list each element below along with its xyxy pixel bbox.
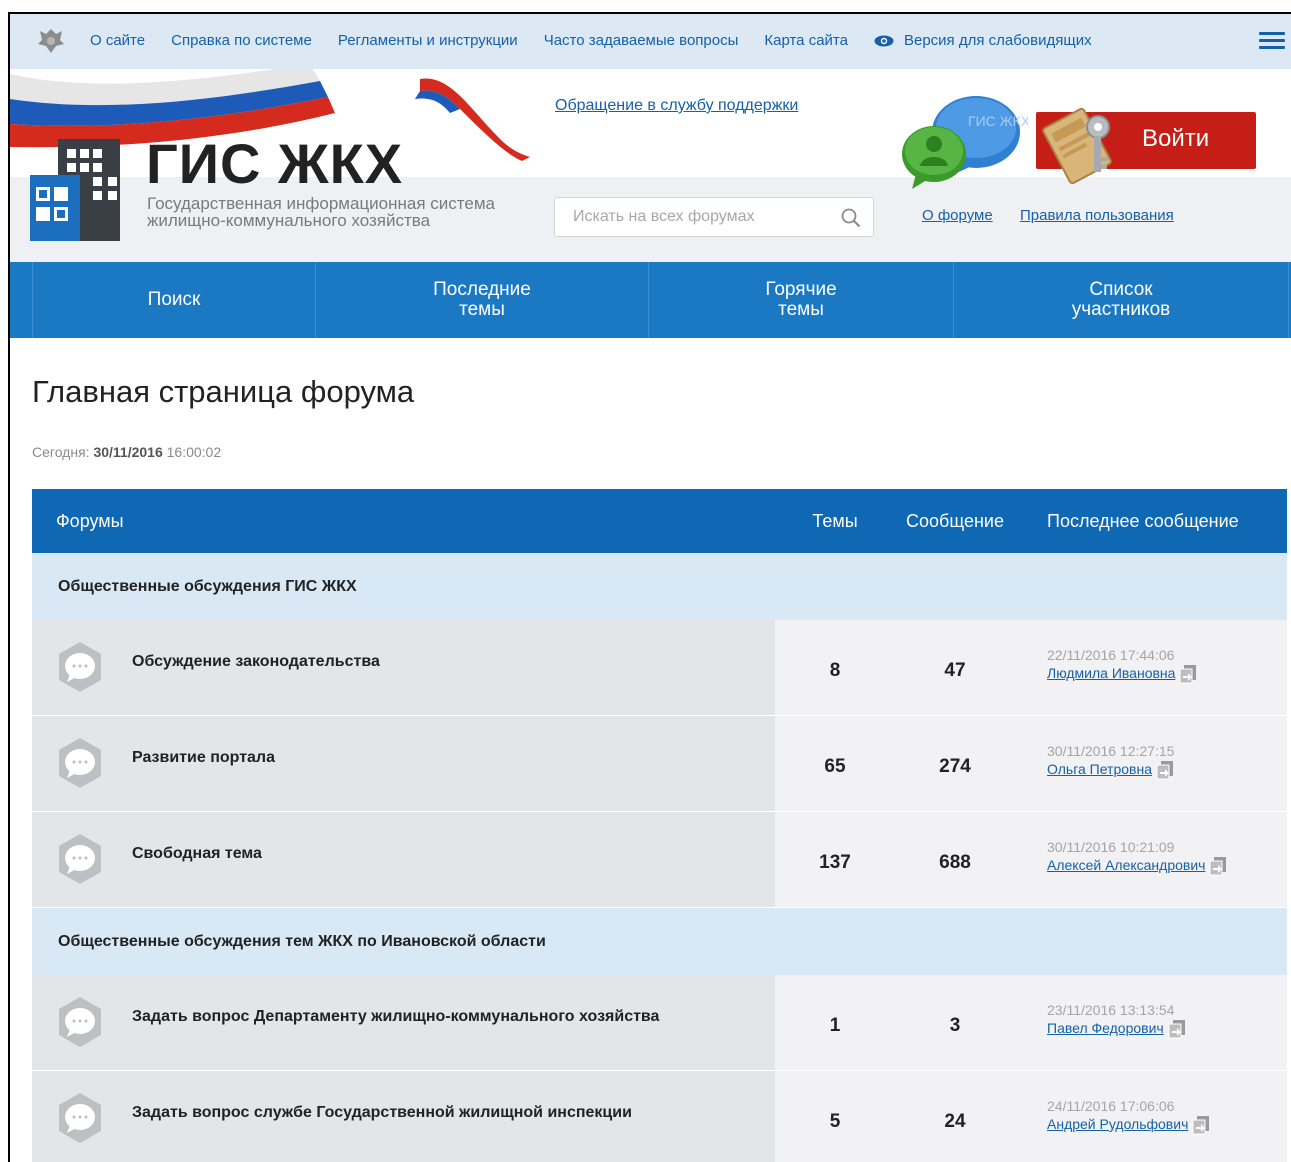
forums-table: Форумы Темы Сообщение Последнее сообщени… [32, 489, 1287, 1162]
table-header: Форумы Темы Сообщение Последнее сообщени… [32, 489, 1287, 553]
messages-count: 24 [895, 1071, 1015, 1162]
forum-row: Развитие портала 65 274 30/11/2016 12:27:15… [32, 716, 1287, 812]
last-message-date: 23/11/2016 13:13:54 [1047, 1002, 1175, 1018]
forum-chat-bubble-icon [59, 834, 101, 884]
header-last-message: Последнее сообщение [1047, 510, 1239, 531]
about-forum-link[interactable]: О форуме [922, 207, 993, 224]
forum-search [554, 197, 874, 237]
last-message-author-link[interactable]: Людмила Ивановна [1047, 665, 1175, 681]
go-to-last-post-icon[interactable] [1208, 856, 1228, 876]
accessibility-label: Версия для слабовидящих [903, 32, 1092, 49]
top-link-regulations[interactable]: Регламенты и инструкции [338, 32, 518, 49]
last-message-author-link[interactable]: Ольга Петровна [1047, 761, 1152, 777]
last-message-date: 22/11/2016 17:44:06 [1047, 647, 1175, 663]
last-message-date: 24/11/2016 17:06:06 [1047, 1098, 1175, 1114]
go-to-last-post-icon[interactable] [1178, 664, 1198, 684]
top-bar: О сайте Справка по системе Регламенты и … [10, 14, 1291, 69]
forum-name-link[interactable]: Обсуждение законодательства [132, 653, 380, 671]
eye-icon [874, 35, 894, 47]
hamburger-menu-icon[interactable] [1259, 32, 1285, 50]
messages-count: 47 [895, 620, 1015, 715]
forum-name-link[interactable]: Развитие портала [132, 749, 275, 767]
header-messages: Сообщение [906, 510, 1004, 531]
last-message-author-link[interactable]: Павел Федорович [1047, 1020, 1164, 1036]
nav-item-hot-topics[interactable]: Горячие темы [649, 262, 954, 338]
forum-chat-bubble-icon [59, 642, 101, 692]
go-to-last-post-icon[interactable] [1191, 1115, 1211, 1135]
forum-chat-bubble-icon [59, 1093, 101, 1143]
forum-name-cell: Задать вопрос службе Государственной жил… [32, 1071, 775, 1162]
messages-count: 688 [895, 812, 1015, 907]
last-message-cell: 23/11/2016 13:13:54 Павел Федорович [1015, 975, 1287, 1070]
topics-count: 8 [775, 620, 895, 715]
topics-count: 65 [775, 716, 895, 811]
forum-name-cell: Свободная тема [32, 812, 775, 907]
rules-link[interactable]: Правила пользования [1020, 207, 1174, 224]
logo-subtitle-line-2: жилищно-коммунального хозяйства [147, 211, 431, 230]
last-message-author-link[interactable]: Андрей Рудольфович [1047, 1116, 1188, 1132]
nav-item-latest-topics[interactable]: Последние темы [316, 262, 649, 338]
site-header: ГИС ЖКХ Государственная информационная с… [10, 69, 1291, 262]
browser-frame: О сайте Справка по системе Регламенты и … [8, 12, 1291, 1162]
last-message-cell: 22/11/2016 17:44:06 Людмила Ивановна [1015, 620, 1287, 715]
forum-row: Задать вопрос службе Государственной жил… [32, 1071, 1287, 1162]
last-message-cell: 24/11/2016 17:06:06 Андрей Рудольфович [1015, 1071, 1287, 1162]
forum-row: Свободная тема 137 688 30/11/2016 10:21:09 А… [32, 812, 1287, 908]
forum-name-cell: Обсуждение законодательства [32, 620, 775, 715]
top-links: О сайте Справка по системе Регламенты и … [90, 32, 1118, 49]
go-to-last-post-icon[interactable] [1155, 760, 1175, 780]
support-link[interactable]: Обращение в службу поддержки [555, 97, 798, 115]
forum-name-link[interactable]: Задать вопрос службе Государственной жил… [132, 1104, 632, 1122]
nav-item-members-list[interactable]: Список участников [954, 262, 1289, 338]
header-forums: Форумы [56, 510, 124, 531]
topics-count: 137 [775, 812, 895, 907]
section-header: Общественные обсуждения ГИС ЖКХ [32, 553, 1287, 620]
forum-chat-bubble-icon [59, 997, 101, 1047]
today-label: Сегодня: [32, 444, 90, 460]
coat-of-arms-icon [38, 29, 64, 53]
building-logo-icon [30, 139, 120, 241]
topics-count: 1 [775, 975, 895, 1070]
chat-icon-text: ГИС ЖКХ [968, 113, 1028, 129]
forum-row: Обсуждение законодательства 8 47 22/11/2016… [32, 620, 1287, 716]
go-to-last-post-icon[interactable] [1167, 1019, 1187, 1039]
forum-row: Задать вопрос Департаменту жилищно-комму… [32, 975, 1287, 1071]
last-message-date: 30/11/2016 12:27:15 [1047, 743, 1175, 759]
forum-name-cell: Задать вопрос Департаменту жилищно-комму… [32, 975, 775, 1070]
topics-count: 5 [775, 1071, 895, 1162]
top-link-help[interactable]: Справка по системе [171, 32, 312, 49]
search-icon[interactable] [841, 208, 861, 228]
last-message-date: 30/11/2016 10:21:09 [1047, 839, 1175, 855]
top-link-sitemap[interactable]: Карта сайта [764, 32, 848, 49]
top-link-faq[interactable]: Часто задаваемые вопросы [544, 32, 739, 49]
forum-name-cell: Развитие портала [32, 716, 775, 811]
header-topics: Темы [812, 510, 858, 531]
last-message-cell: 30/11/2016 12:27:15 Ольга Петровна [1015, 716, 1287, 811]
logo-subtitle-line-1: Государственная информационная система [147, 194, 495, 213]
forum-chat-icon: ГИС ЖКХ [902, 96, 1028, 189]
accessibility-link[interactable]: Версия для слабовидящих [874, 32, 1092, 49]
top-link-about[interactable]: О сайте [90, 32, 145, 49]
forum-name-link[interactable]: Свободная тема [132, 845, 262, 863]
forum-chat-bubble-icon [59, 738, 101, 788]
messages-count: 3 [895, 975, 1015, 1070]
main-nav: Поиск Последние темы Горячие темы Список… [10, 262, 1291, 338]
logo-subtitle: Государственная информационная система ж… [147, 195, 547, 229]
page-title: Главная страница форума [32, 374, 415, 409]
login-label: Войти [1142, 125, 1210, 152]
section-header: Общественные обсуждения тем ЖКХ по Ивано… [32, 908, 1287, 975]
today-date: 30/11/2016 [93, 444, 163, 460]
logo-title: ГИС ЖКХ [146, 132, 404, 195]
messages-count: 274 [895, 716, 1015, 811]
search-input[interactable] [555, 198, 825, 236]
today-datetime: Сегодня: 30/11/2016 16:00:02 [32, 444, 221, 460]
last-message-cell: 30/11/2016 10:21:09 Алексей Александрович [1015, 812, 1287, 907]
table-body: Общественные обсуждения ГИС ЖКХ Обсужден… [32, 553, 1287, 1162]
forum-name-link[interactable]: Задать вопрос Департаменту жилищно-комму… [132, 1008, 659, 1026]
nav-item-search[interactable]: Поиск [32, 262, 316, 338]
last-message-author-link[interactable]: Алексей Александрович [1047, 857, 1205, 873]
today-time: 16:00:02 [166, 444, 222, 460]
keys-icon [1042, 107, 1112, 184]
